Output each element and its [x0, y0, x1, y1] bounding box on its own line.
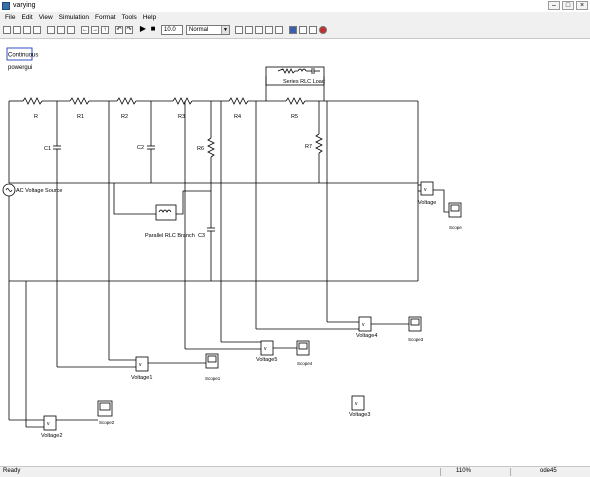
library-browser-icon[interactable]	[265, 26, 273, 34]
capacitor-C2-label: C2	[137, 145, 144, 151]
voltage3-measurement-block[interactable]	[351, 395, 365, 411]
record-icon[interactable]	[319, 26, 327, 34]
resistor-R-label: R	[34, 114, 38, 120]
resistor-R1-label: R1	[77, 114, 84, 120]
voltage4-label: Voltage4	[356, 333, 377, 339]
redo-icon[interactable]: ↷	[125, 26, 133, 34]
resistor-R2[interactable]	[116, 97, 137, 105]
undo-icon[interactable]: ↶	[115, 26, 123, 34]
maximize-button[interactable]: □	[562, 1, 574, 10]
window-controls: – □ ×	[548, 1, 588, 10]
up-arrow-icon[interactable]: ↑	[101, 26, 109, 34]
status-zoom-level: 110%	[456, 468, 471, 474]
open-folder-icon[interactable]	[13, 26, 21, 34]
scope2-label: Scope2	[99, 420, 115, 425]
toolbar: ← → ↑ ↶ ↷ ▶ ■ 10.0 Normal ▼	[0, 23, 590, 39]
menu-help[interactable]: Help	[140, 14, 159, 21]
print-icon[interactable]	[33, 26, 41, 34]
voltage4-measurement-block[interactable]	[358, 316, 372, 332]
model-explorer-icon[interactable]	[275, 26, 283, 34]
series-rlc-inductor-symbol[interactable]	[297, 68, 307, 72]
model-canvas[interactable]: Continuous powergui Series RLC Load R R1…	[0, 39, 590, 465]
table-icon[interactable]	[309, 26, 317, 34]
voltage-label: Voltage	[418, 200, 436, 206]
voltage3-label: Voltage3	[349, 412, 370, 418]
cut-icon[interactable]	[47, 26, 55, 34]
chevron-down-icon: ▼	[221, 26, 229, 34]
stop-icon[interactable]: ■	[149, 26, 157, 34]
resistor-R5[interactable]	[285, 97, 306, 105]
menu-view[interactable]: View	[36, 14, 56, 21]
resistor-R2-label: R2	[121, 114, 128, 120]
status-separator	[440, 468, 441, 476]
status-ready-text: Ready	[3, 468, 21, 474]
resistor-R7[interactable]	[315, 133, 323, 154]
voltage5-measurement-block[interactable]	[260, 340, 274, 356]
forward-arrow-icon[interactable]: →	[91, 26, 99, 34]
voltage1-measurement-block[interactable]	[135, 356, 149, 372]
voltage1-label: Voltage1	[131, 375, 152, 381]
voltage2-measurement-block[interactable]	[43, 415, 57, 431]
window-title: varying	[13, 2, 36, 9]
menu-tools[interactable]: Tools	[119, 14, 140, 21]
resistor-R7-label: R7	[305, 144, 312, 150]
capacitor-C3-label: C3	[198, 233, 205, 239]
scope3-label: Scope3	[408, 337, 424, 342]
grid-icon[interactable]	[299, 26, 307, 34]
resistor-R3[interactable]	[172, 97, 193, 105]
status-bar: Ready 110% ode45	[0, 466, 590, 477]
resistor-R1[interactable]	[69, 97, 90, 105]
resistor-R4-label: R4	[234, 114, 241, 120]
circuit-diagram: Continuous powergui Series RLC Load R R1…	[2, 47, 462, 439]
copy-icon[interactable]	[57, 26, 65, 34]
voltage-measurement-block[interactable]	[420, 181, 434, 196]
parallel-rlc-label: Parallel RLC Branch	[145, 233, 195, 239]
series-rlc-label: Series RLC Load	[283, 79, 325, 85]
debugger-icon[interactable]	[289, 26, 297, 34]
run-play-icon[interactable]: ▶	[139, 26, 147, 34]
menu-edit[interactable]: Edit	[18, 14, 35, 21]
voltage2-label: Voltage2	[41, 433, 62, 439]
ac-voltage-source-label: AC Voltage Source	[16, 188, 62, 194]
new-model-icon[interactable]	[3, 26, 11, 34]
powergui-label: powergui	[8, 65, 32, 71]
simulation-mode-value: Normal	[189, 27, 209, 33]
scope1-label: Scope1	[205, 376, 221, 381]
resistor-R6-label: R6	[197, 146, 204, 152]
stop-time-field[interactable]: 10.0	[161, 25, 183, 35]
voltage5-label: Voltage5	[256, 357, 277, 363]
series-rlc-resistor-symbol[interactable]	[277, 68, 298, 74]
simulation-mode-select[interactable]: Normal ▼	[186, 25, 230, 35]
update-diagram-icon[interactable]	[235, 26, 243, 34]
menu-file[interactable]: File	[2, 14, 18, 21]
resistor-R4[interactable]	[228, 97, 249, 105]
scope-label: Scope	[449, 225, 462, 230]
resistor-R[interactable]	[22, 97, 43, 105]
back-arrow-icon[interactable]: ←	[81, 26, 89, 34]
refresh-icon[interactable]	[255, 26, 263, 34]
status-separator	[510, 468, 511, 476]
paste-icon[interactable]	[67, 26, 75, 34]
simulink-app-icon	[2, 2, 10, 10]
close-button[interactable]: ×	[576, 1, 588, 10]
build-icon[interactable]	[245, 26, 253, 34]
parallel-rlc-branch[interactable]	[155, 204, 177, 221]
save-icon[interactable]	[23, 26, 31, 34]
menu-simulation[interactable]: Simulation	[56, 14, 92, 21]
menu-format[interactable]: Format	[92, 14, 119, 21]
minimize-button[interactable]: –	[548, 1, 560, 10]
resistor-R5-label: R5	[291, 114, 298, 120]
powergui-name: Continuous	[8, 53, 38, 59]
capacitor-C1-label: C1	[44, 146, 51, 152]
scope4-label: Scope4	[297, 361, 313, 366]
status-solver: ode45	[540, 468, 557, 474]
resistor-R6[interactable]	[207, 137, 215, 158]
resistor-R3-label: R3	[178, 114, 185, 120]
